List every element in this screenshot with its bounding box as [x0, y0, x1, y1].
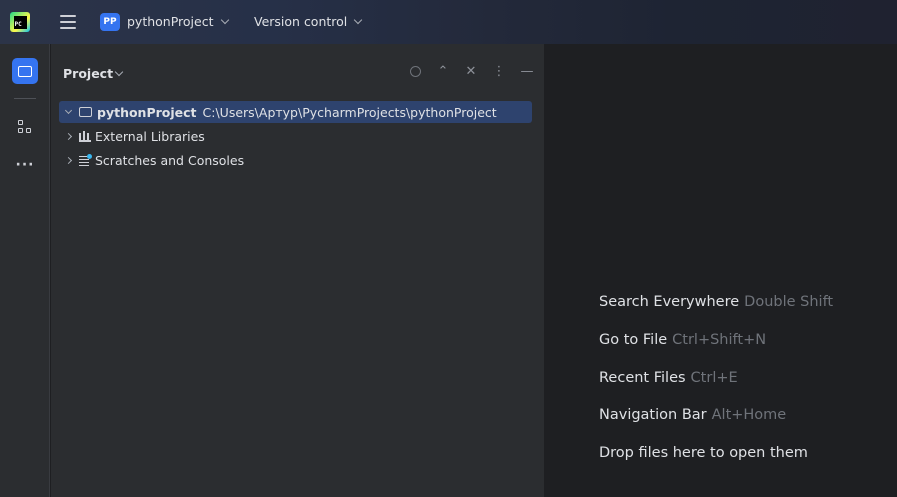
tree-node-project-root[interactable]: pythonProject C:\Users\Артур\PycharmProj…	[59, 101, 532, 123]
expand-all-icon[interactable]: ⌃	[436, 64, 450, 79]
hint-label: Search Everywhere	[599, 294, 740, 310]
project-root-name: pythonProject	[97, 104, 197, 120]
project-switcher-label: pythonProject	[127, 14, 214, 29]
project-tool-button[interactable]	[12, 58, 38, 84]
chevron-down-icon	[220, 15, 229, 25]
hint-shortcut: Ctrl+E	[690, 370, 738, 386]
project-root-path: C:\Users\Артур\PycharmProjects\pythonPro…	[202, 104, 497, 120]
stripe-divider	[14, 98, 36, 99]
hint-label: Navigation Bar	[599, 407, 707, 423]
hint-shortcut: Double Shift	[744, 294, 834, 310]
vcs-widget[interactable]: Version control	[254, 14, 363, 29]
tree-node-scratches[interactable]: Scratches and Consoles	[59, 149, 244, 171]
hint-label: Go to File	[599, 332, 668, 348]
editor-empty-area[interactable]: Search Everywhere Double Shift Go to File…	[546, 44, 897, 497]
folder-icon	[18, 65, 32, 77]
chevron-right-icon[interactable]	[64, 156, 73, 164]
main-menu-icon[interactable]	[60, 15, 76, 29]
chevron-down-icon[interactable]	[64, 106, 73, 115]
structure-icon	[18, 120, 32, 134]
folder-icon	[79, 107, 92, 117]
tool-window-stripe: ···	[0, 44, 50, 497]
structure-tool-button[interactable]	[12, 114, 38, 140]
project-panel-toolbar: ⌃ ✕ ⋮ —	[408, 64, 534, 79]
hint-shortcut: Alt+Home	[711, 407, 787, 423]
vcs-label: Version control	[254, 14, 348, 29]
scratches-icon	[79, 153, 92, 166]
library-icon	[79, 130, 91, 142]
hide-icon[interactable]: —	[520, 64, 534, 79]
options-icon[interactable]: ⋮	[492, 64, 506, 79]
pycharm-logo-icon[interactable]: PC	[10, 12, 30, 32]
chevron-down-icon	[114, 67, 124, 77]
hint-label: Recent Files	[599, 370, 686, 386]
app-icon-text: PC	[14, 20, 22, 28]
locate-icon[interactable]	[408, 64, 422, 78]
more-tool-windows-button[interactable]: ···	[12, 152, 38, 178]
project-switcher[interactable]: pythonProject	[127, 14, 229, 29]
hint-shortcut: Ctrl+Shift+N	[672, 332, 767, 348]
hint-label: Drop files here to open them	[599, 445, 808, 461]
hint-navigation-bar: Navigation Bar Alt+Home	[599, 407, 786, 423]
tree-node-label: External Libraries	[95, 128, 205, 144]
chevron-down-icon	[354, 15, 363, 25]
more-icon: ···	[15, 157, 35, 173]
project-panel-title[interactable]: Project	[63, 66, 124, 81]
collapse-all-icon[interactable]: ✕	[464, 64, 478, 79]
chevron-right-icon[interactable]	[64, 132, 73, 140]
title-bar: PC PP pythonProject Version control	[0, 0, 897, 44]
tree-node-label: Scratches and Consoles	[95, 152, 245, 168]
hint-go-to-file: Go to File Ctrl+Shift+N	[599, 332, 766, 348]
project-panel-title-label: Project	[63, 66, 114, 81]
hint-recent-files: Recent Files Ctrl+E	[599, 370, 738, 386]
project-panel: Project ⌃ ✕ ⋮ — pythonProject C:\Users\А…	[51, 44, 545, 497]
hint-drop-files: Drop files here to open them	[599, 445, 808, 461]
tree-node-external-libraries[interactable]: External Libraries	[59, 125, 205, 147]
hint-search-everywhere: Search Everywhere Double Shift	[599, 294, 833, 310]
project-badge[interactable]: PP	[100, 13, 120, 31]
